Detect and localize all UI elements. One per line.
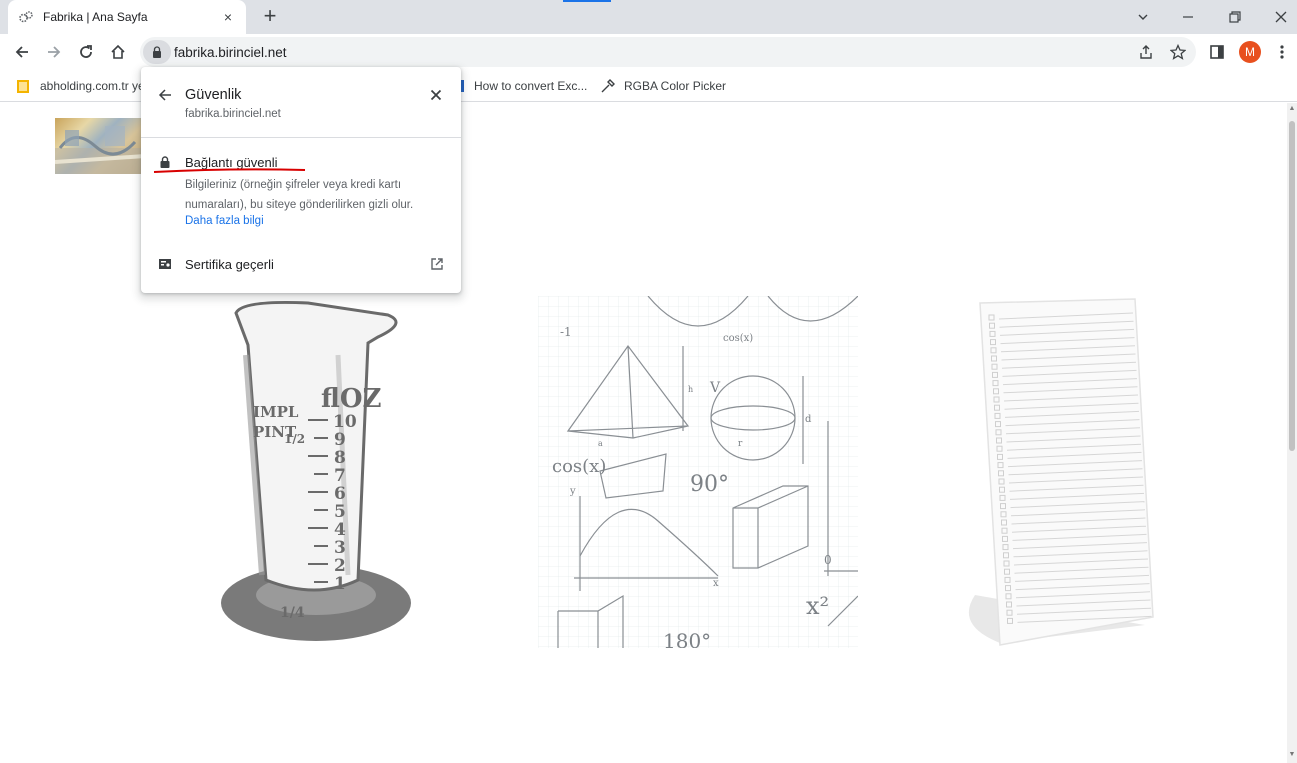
browser-toolbar: fabrika.birinciel.net M <box>0 34 1297 70</box>
scroll-down-icon[interactable]: ▼ <box>1287 751 1297 761</box>
side-panel-icon[interactable] <box>1205 40 1229 64</box>
bookmark-star-icon[interactable] <box>1168 42 1188 62</box>
minimize-icon[interactable] <box>1177 6 1199 28</box>
vertical-scrollbar[interactable]: ▲ ▼ <box>1287 103 1297 763</box>
connection-description: Bilgileriniz (örneğin şifreler veya kred… <box>185 179 414 211</box>
tab-fabrika[interactable]: Fabrika | Ana Sayfa × <box>8 0 246 34</box>
math-label-180: 180° <box>663 629 711 648</box>
tab-strip: Fabrika | Ana Sayfa × + <box>0 0 1297 34</box>
beaker-text-half: 1/2 <box>284 432 305 446</box>
address-bar[interactable]: fabrika.birinciel.net <box>140 37 1196 67</box>
svg-text:3: 3 <box>334 538 346 558</box>
bookmark-abholding[interactable]: abholding.com.tr ye <box>16 77 145 95</box>
security-popup: Güvenlik fabrika.birinciel.net Bağlantı … <box>141 67 461 293</box>
forward-icon[interactable] <box>42 40 66 64</box>
svg-text:10: 10 <box>333 412 357 432</box>
reload-icon[interactable] <box>74 40 98 64</box>
svg-text:2: 2 <box>334 556 346 576</box>
learn-more-link[interactable]: Daha fazla bilgi <box>185 215 264 227</box>
close-icon[interactable] <box>426 85 446 105</box>
back-arrow-icon[interactable] <box>155 85 175 105</box>
svg-text:7: 7 <box>334 466 346 486</box>
math-label-0: 0 <box>824 553 832 567</box>
tab-search-icon[interactable] <box>1132 6 1154 28</box>
site-info-button[interactable] <box>143 40 171 64</box>
tab-strip-indicator <box>563 0 611 2</box>
svg-text:4: 4 <box>334 520 346 540</box>
math-label-d: d <box>805 414 812 425</box>
close-window-icon[interactable] <box>1270 6 1292 28</box>
beaker-text-floz: flOZ <box>321 384 382 414</box>
math-label-90: 90° <box>690 472 729 497</box>
back-icon[interactable] <box>10 40 34 64</box>
share-icon[interactable] <box>1136 42 1156 62</box>
factory-logo-image[interactable] <box>55 118 145 174</box>
eyedropper-icon <box>601 79 615 93</box>
bookmark-label: RGBA Color Picker <box>624 79 727 93</box>
svg-text:9: 9 <box>334 430 346 450</box>
tab-title: Fabrika | Ana Sayfa <box>43 10 148 24</box>
math-label-x2: x² <box>806 592 829 620</box>
popup-divider <box>141 137 461 138</box>
beaker-text-quarter: 1/4 <box>280 605 305 621</box>
url-text[interactable]: fabrika.birinciel.net <box>174 45 287 60</box>
external-link-icon[interactable] <box>430 257 444 271</box>
math-label-neg1: -1 <box>560 325 572 339</box>
new-tab-button[interactable]: + <box>259 5 281 28</box>
scrollbar-thumb[interactable] <box>1289 121 1295 451</box>
home-icon[interactable] <box>106 40 130 64</box>
menu-icon[interactable] <box>1270 40 1294 64</box>
math-label-h: h <box>688 385 693 394</box>
certificate-icon <box>159 259 171 269</box>
svg-text:6: 6 <box>334 484 346 504</box>
gears-icon <box>19 11 33 23</box>
bookmark-convert-excel[interactable]: How to convert Exc... <box>450 77 587 95</box>
profile-avatar[interactable]: M <box>1239 41 1261 63</box>
bookmark-rgba-picker[interactable]: RGBA Color Picker <box>600 77 726 95</box>
certificate-valid-label[interactable]: Sertifika geçerli <box>185 257 274 272</box>
red-underline-annotation <box>153 168 306 173</box>
restore-icon[interactable] <box>1224 6 1246 28</box>
bookmark-label: abholding.com.tr ye <box>40 79 145 93</box>
math-formulas-image[interactable]: -1 cos(x) cos(x) 90° V h d r a x y 0 x² … <box>538 296 858 648</box>
folder-icon <box>17 80 29 93</box>
beaker-text-impl: IMPL <box>253 403 299 421</box>
math-label-y: y <box>569 486 576 497</box>
popup-title: Güvenlik <box>185 87 242 103</box>
math-label-r: r <box>738 439 743 449</box>
math-label-cosx-small: cos(x) <box>723 333 753 344</box>
tab-close-icon[interactable]: × <box>220 9 236 25</box>
beaker-image[interactable]: flOZ IMPL PINT 1/2 1/4 10 9 8 7 6 5 4 3 … <box>218 295 418 650</box>
scroll-up-icon[interactable]: ▲ <box>1287 105 1297 115</box>
math-label-x: x <box>713 578 719 589</box>
svg-text:8: 8 <box>334 448 346 468</box>
math-label-V: V <box>709 380 721 396</box>
bookmark-label: How to convert Exc... <box>474 79 588 93</box>
math-label-cosx: cos(x) <box>552 456 606 477</box>
lock-icon <box>153 46 161 58</box>
notepad-image[interactable] <box>955 295 1155 650</box>
svg-text:1: 1 <box>334 574 346 594</box>
popup-site: fabrika.birinciel.net <box>185 108 281 120</box>
svg-text:5: 5 <box>334 502 346 522</box>
math-label-a: a <box>598 439 603 448</box>
